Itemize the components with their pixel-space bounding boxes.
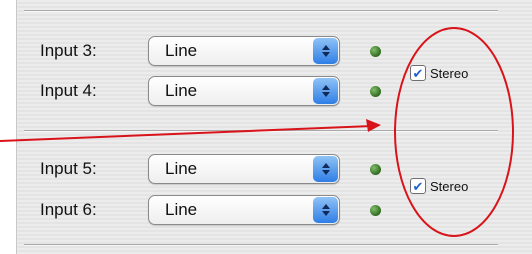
input-source-select[interactable]: Line <box>148 154 340 184</box>
separator-bottom <box>24 244 498 246</box>
stereo-checkbox-5-6[interactable]: ✔ Stereo <box>410 178 468 194</box>
select-value: Line <box>165 41 198 60</box>
input-source-select[interactable]: Line <box>148 36 340 66</box>
input-label: Input 5: <box>40 159 97 178</box>
green-led-icon <box>370 204 381 216</box>
separator-top <box>24 10 498 12</box>
up-down-arrows-icon <box>313 78 338 104</box>
stereo-label: Stereo <box>430 178 469 194</box>
checkmark-icon: ✔ <box>410 65 426 81</box>
input-label: Input 6: <box>40 200 97 219</box>
select-value: Line <box>165 81 198 100</box>
input-row-6: Input 6: Line <box>40 193 381 227</box>
select-value: Line <box>165 159 198 178</box>
up-down-arrows-icon <box>313 156 338 182</box>
select-value: Line <box>165 200 198 219</box>
separator-middle <box>24 130 498 132</box>
input-row-5: Input 5: Line <box>40 152 381 186</box>
input-source-select[interactable]: Line <box>148 195 340 225</box>
input-label: Input 4: <box>40 81 97 100</box>
input-source-select[interactable]: Line <box>148 76 340 106</box>
input-label: Input 3: <box>40 41 97 60</box>
checkmark-icon: ✔ <box>410 178 426 194</box>
input-row-4: Input 4: Line <box>40 74 381 108</box>
green-led-icon <box>370 45 381 57</box>
input-row-3: Input 3: Line <box>40 34 381 68</box>
green-led-icon <box>370 85 381 97</box>
stereo-label: Stereo <box>430 65 469 81</box>
up-down-arrows-icon <box>313 197 338 223</box>
up-down-arrows-icon <box>313 38 338 64</box>
stereo-checkbox-3-4[interactable]: ✔ Stereo <box>410 65 468 81</box>
green-led-icon <box>370 163 381 175</box>
